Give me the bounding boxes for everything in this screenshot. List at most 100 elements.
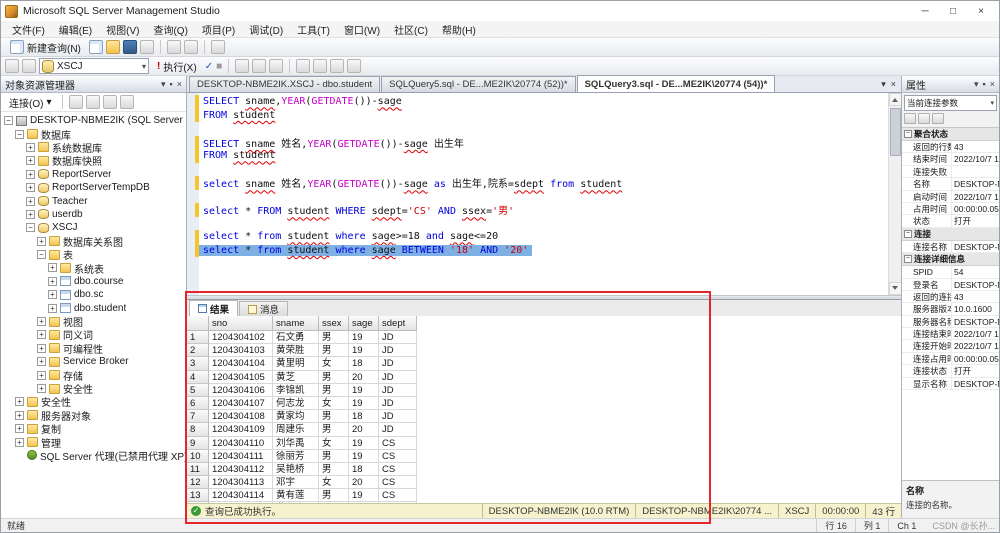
alphabetical-view-icon[interactable] bbox=[918, 113, 930, 124]
pin-icon[interactable]: ▪ bbox=[983, 79, 986, 90]
tree-item[interactable]: +同义词 bbox=[1, 328, 186, 341]
property-value[interactable]: 54 bbox=[952, 266, 999, 277]
grid-cell[interactable]: 1204304112 bbox=[209, 463, 273, 476]
grid-cell[interactable]: 1204304111 bbox=[209, 450, 273, 463]
menu-item[interactable]: 文件(F) bbox=[5, 21, 52, 37]
grid-cell[interactable]: JD bbox=[379, 344, 417, 357]
grid-cell[interactable]: JD bbox=[379, 423, 417, 436]
tree-expander-icon[interactable]: + bbox=[37, 344, 46, 353]
code-line[interactable]: FROM student bbox=[187, 109, 901, 123]
close-document-icon[interactable]: × bbox=[891, 79, 896, 89]
tree-expander-icon[interactable]: − bbox=[26, 223, 35, 232]
document-tab[interactable]: DESKTOP-NBME2IK.XSCJ - dbo.student bbox=[189, 76, 380, 92]
tree-item[interactable]: −表 bbox=[1, 248, 186, 261]
execute-button[interactable]: ! 执行(X) bbox=[152, 57, 202, 76]
new-query-button[interactable]: 新建查询(N) bbox=[5, 38, 86, 57]
available-databases-icon[interactable] bbox=[5, 59, 19, 73]
tree-item[interactable]: SQL Server 代理(已禁用代理 XP) bbox=[1, 449, 186, 462]
property-value[interactable]: 00:00:00.051 bbox=[952, 353, 999, 364]
results-to-text-icon[interactable] bbox=[235, 59, 249, 73]
collapse-icon[interactable]: − bbox=[904, 230, 912, 238]
property-value[interactable]: 2022/10/7 15:22:53 bbox=[952, 191, 999, 202]
tree-expander-icon[interactable]: − bbox=[4, 116, 13, 125]
code-line[interactable] bbox=[187, 122, 901, 136]
property-row[interactable]: SPID54 bbox=[902, 266, 999, 278]
property-row[interactable]: 连接失败 bbox=[902, 166, 999, 178]
grid-cell[interactable]: 何志龙 bbox=[273, 397, 319, 410]
grid-cell[interactable]: 刘华禹 bbox=[273, 437, 319, 450]
grid-cell[interactable]: 男 bbox=[319, 502, 349, 503]
tree-expander-icon[interactable]: + bbox=[15, 424, 24, 433]
property-row[interactable]: 名称DESKTOP-NBME2IK bbox=[902, 178, 999, 190]
grid-cell[interactable]: CS bbox=[379, 489, 417, 502]
cancel-query-icon[interactable]: ■ bbox=[216, 61, 222, 72]
tree-expander-icon[interactable]: + bbox=[37, 330, 46, 339]
grid-cell[interactable]: 1204304105 bbox=[209, 371, 273, 384]
maximize-icon[interactable]: □ bbox=[939, 2, 967, 20]
tree-item[interactable]: +Teacher bbox=[1, 194, 186, 207]
property-value[interactable]: 2022/10/7 15:22:53 bbox=[952, 328, 999, 339]
property-row[interactable]: 返回的行数43 bbox=[902, 141, 999, 153]
tree-expander-icon[interactable]: + bbox=[26, 183, 35, 192]
save-icon[interactable] bbox=[123, 40, 137, 54]
disconnect-icon[interactable] bbox=[69, 95, 83, 109]
grid-cell[interactable]: CS bbox=[379, 463, 417, 476]
grid-cell[interactable]: 18 bbox=[349, 463, 379, 476]
grid-column-header[interactable]: ssex bbox=[319, 316, 349, 331]
indent-icon[interactable] bbox=[330, 59, 344, 73]
close-icon[interactable]: × bbox=[967, 2, 995, 20]
grid-cell[interactable]: 吴艳桥 bbox=[273, 463, 319, 476]
outdent-icon[interactable] bbox=[347, 59, 361, 73]
grid-cell[interactable]: 女 bbox=[319, 397, 349, 410]
grid-row-number[interactable]: 14 bbox=[187, 502, 209, 503]
tree-item[interactable]: +系统数据库 bbox=[1, 141, 186, 154]
grid-cell[interactable]: 19 bbox=[349, 331, 379, 344]
menu-item[interactable]: 调试(D) bbox=[242, 21, 290, 37]
property-value[interactable]: DESKTOP-NBME2IK bbox=[952, 241, 999, 252]
database-combo[interactable]: XSCJ ▾ bbox=[39, 58, 149, 74]
tree-item[interactable]: +视图 bbox=[1, 315, 186, 328]
property-value[interactable]: 43 bbox=[952, 291, 999, 302]
tree-item[interactable]: +安全性 bbox=[1, 395, 186, 408]
results-to-file-icon[interactable] bbox=[269, 59, 283, 73]
grid-row-number[interactable]: 12 bbox=[187, 476, 209, 489]
tree-expander-icon[interactable]: + bbox=[15, 438, 24, 447]
property-row[interactable]: 连接结束时间2022/10/7 15:22:53 bbox=[902, 328, 999, 340]
code-line[interactable]: select * from student where sage>=18 and… bbox=[187, 230, 901, 244]
grid-cell[interactable]: 男 bbox=[319, 344, 349, 357]
code-line[interactable] bbox=[187, 190, 901, 204]
property-pages-icon[interactable] bbox=[932, 113, 944, 124]
grid-cell[interactable]: 20 bbox=[349, 476, 379, 489]
property-row[interactable]: 状态打开 bbox=[902, 215, 999, 227]
menu-item[interactable]: 社区(C) bbox=[387, 21, 435, 37]
filter-icon[interactable] bbox=[120, 95, 134, 109]
grid-row[interactable]: 101204304111徐丽芳男19CS bbox=[187, 450, 901, 463]
tree-expander-icon[interactable]: + bbox=[48, 277, 57, 286]
grid-row[interactable]: 131204304114黄有莲男19CS bbox=[187, 489, 901, 502]
tree-expander-icon[interactable]: + bbox=[26, 197, 35, 206]
comment-icon[interactable] bbox=[296, 59, 310, 73]
property-value[interactable]: DESKTOP-NBME2IK bbox=[952, 279, 999, 290]
grid-cell[interactable]: 黄传文 bbox=[273, 502, 319, 503]
collapse-icon[interactable]: − bbox=[904, 130, 912, 138]
grid-cell[interactable]: 1204304107 bbox=[209, 397, 273, 410]
panel-menu-icon[interactable]: ▾ bbox=[974, 79, 979, 90]
sql-editor[interactable]: SELECT sname,YEAR(GETDATE())-sageFROM st… bbox=[187, 93, 901, 295]
grid-cell[interactable]: 19 bbox=[349, 502, 379, 503]
tree-expander-icon[interactable]: + bbox=[37, 371, 46, 380]
registered-servers-icon[interactable] bbox=[211, 40, 225, 54]
grid-row-number[interactable]: 10 bbox=[187, 450, 209, 463]
grid-row[interactable]: 121204304113邓宇女20CS bbox=[187, 476, 901, 489]
tree-item[interactable]: −XSCJ bbox=[1, 221, 186, 234]
menu-item[interactable]: 窗口(W) bbox=[337, 21, 387, 37]
property-row[interactable]: 连接开始时间2022/10/7 15:22:53 bbox=[902, 340, 999, 352]
grid-cell[interactable]: 男 bbox=[319, 331, 349, 344]
scroll-down-icon[interactable] bbox=[889, 282, 902, 295]
grid-cell[interactable]: 黄芝 bbox=[273, 371, 319, 384]
grid-cell[interactable]: 女 bbox=[319, 476, 349, 489]
grid-cell[interactable]: 男 bbox=[319, 384, 349, 397]
menu-item[interactable]: 帮助(H) bbox=[435, 21, 483, 37]
tree-item[interactable]: +userdb bbox=[1, 208, 186, 221]
property-value[interactable]: DESKTOP-NBME2IK bbox=[952, 378, 999, 389]
grid-cell[interactable]: 男 bbox=[319, 450, 349, 463]
